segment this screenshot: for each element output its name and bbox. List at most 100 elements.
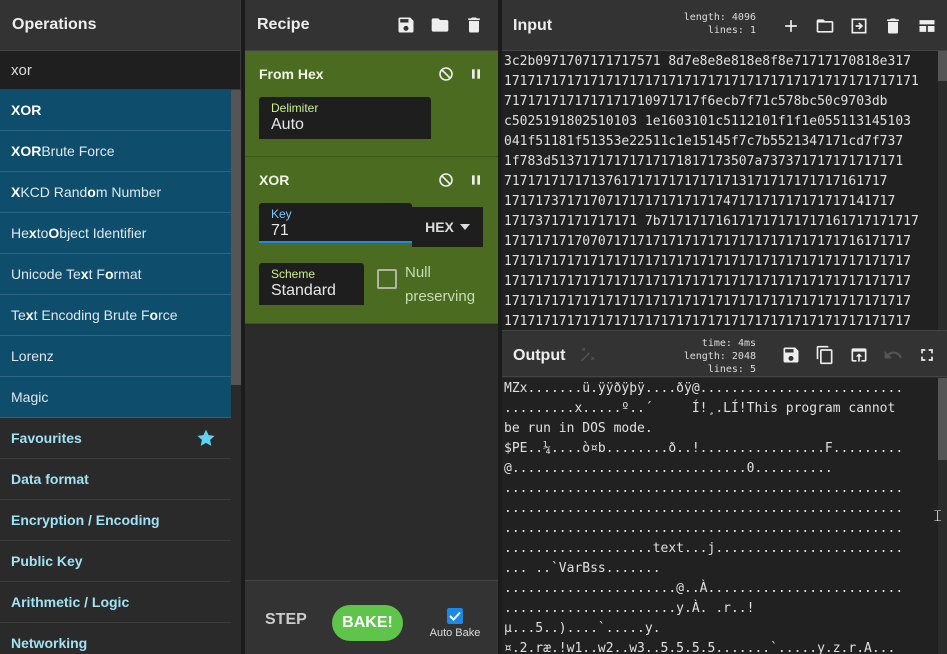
output-scrollbar-thumb[interactable] xyxy=(938,378,947,460)
maximise-icon[interactable] xyxy=(917,345,937,365)
disable-icon[interactable] xyxy=(438,172,454,188)
output-title: Output xyxy=(513,347,566,364)
layout-icon[interactable] xyxy=(917,16,937,36)
operation-result-item[interactable]: Lorenz xyxy=(0,336,231,377)
trash-icon[interactable] xyxy=(464,15,484,35)
input-lines-value: 1 xyxy=(749,25,756,36)
cyberchef-app: Operations XORXOR Brute ForceXKCD Random… xyxy=(0,0,947,654)
category-item[interactable]: Data format xyxy=(0,459,231,500)
input-lines-label: lines: xyxy=(707,25,744,36)
category-item[interactable]: Arithmetic / Logic xyxy=(0,582,231,623)
recipe-title: Recipe xyxy=(257,16,310,33)
operation-result-text: x xyxy=(80,266,89,282)
operation-result-text: X xyxy=(11,102,21,118)
operation-result-text: Te xyxy=(11,307,26,323)
from-hex-title[interactable]: From Hex xyxy=(259,66,324,82)
category-item[interactable]: Encryption / Encoding xyxy=(0,500,231,541)
operation-result-text: to xyxy=(36,225,49,241)
null-preserving-label: Null preserving xyxy=(405,264,476,305)
operation-result-text: OR xyxy=(20,102,42,118)
operation-result-text: O xyxy=(48,225,60,241)
operation-result-text: rmat xyxy=(113,266,142,282)
output-stats: time: 4ms length: 2048 lines: 5 xyxy=(662,337,756,376)
open-folder-icon[interactable] xyxy=(815,16,835,36)
key-format-label: HEX xyxy=(425,219,454,235)
operation-result-text: x xyxy=(25,307,34,323)
input-length-label: length: xyxy=(683,12,726,23)
save-icon[interactable] xyxy=(396,15,416,35)
operation-result-text: He xyxy=(11,225,29,241)
output-length-label: length: xyxy=(683,351,726,362)
operation-result-item[interactable]: X KCD Rand o m Number xyxy=(0,172,231,213)
category-label: Favourites xyxy=(11,430,82,446)
operation-result-text: Lorenz xyxy=(11,348,54,364)
category-item[interactable]: Networking xyxy=(0,623,231,654)
key-format-dropdown[interactable]: HEX xyxy=(412,207,483,247)
pause-icon[interactable] xyxy=(468,172,484,188)
category-label: Arithmetic / Logic xyxy=(11,594,130,610)
category-label: Data format xyxy=(11,471,89,487)
caret-down-icon xyxy=(459,224,470,230)
io-panel: Input length: 4096 lines: 1 3c2b09717071… xyxy=(502,0,947,654)
key-field[interactable]: Key 71 xyxy=(259,203,412,243)
category-item[interactable]: Public Key xyxy=(0,541,231,582)
magic-wand-icon[interactable] xyxy=(578,346,596,364)
auto-bake-label: Auto Bake xyxy=(429,627,481,639)
step-button[interactable]: STEP xyxy=(265,611,307,629)
delimiter-field[interactable]: Delimiter Auto xyxy=(259,97,431,139)
null-preserving-checkbox[interactable] xyxy=(377,269,397,289)
open-file-icon[interactable] xyxy=(849,16,869,36)
recipe-panel: Recipe From Hex Delimiter Auto XOR Key 7… xyxy=(245,0,498,654)
output-text[interactable]: MZx.......ü.ÿÿðÿþÿ....ðÿ@...............… xyxy=(502,378,938,654)
operations-scrollbar[interactable] xyxy=(231,90,241,654)
operation-result-item[interactable]: XOR Brute Force xyxy=(0,131,231,172)
input-stats: length: 4096 lines: 1 xyxy=(662,11,756,37)
operation-result-text: x xyxy=(28,225,37,241)
xor-operation: XOR Key 71 HEX Scheme Standard Null pres… xyxy=(245,157,498,324)
clear-input-icon[interactable] xyxy=(883,16,903,36)
key-value: 71 xyxy=(271,222,289,239)
star-icon xyxy=(197,429,215,446)
operation-result-item[interactable]: Te x t Encoding Brute Fo rce xyxy=(0,295,231,336)
add-tab-icon[interactable] xyxy=(781,16,801,36)
auto-bake-checkbox[interactable] xyxy=(447,608,463,624)
operation-result-text: t F xyxy=(88,266,105,282)
input-scrollbar-thumb[interactable] xyxy=(938,51,947,81)
save-output-icon[interactable] xyxy=(781,345,801,365)
operation-result-text: KCD Rand xyxy=(20,184,88,200)
bake-button[interactable]: BAKE! xyxy=(332,605,403,641)
operation-result-item[interactable]: Unicode Te x t Fo rmat xyxy=(0,254,231,295)
folder-icon[interactable] xyxy=(430,15,450,35)
recipe-controls: STEP BAKE! Auto Bake xyxy=(245,580,498,654)
copy-icon[interactable] xyxy=(815,345,835,365)
operation-result-text: Unicode Te xyxy=(11,266,81,282)
category-item[interactable]: Favourites xyxy=(0,418,231,459)
operation-result-text: X xyxy=(11,184,21,200)
pause-icon[interactable] xyxy=(468,66,484,82)
operation-result-text: bject Identifier xyxy=(59,225,147,241)
operation-result-text: t Encoding Brute F xyxy=(33,307,150,323)
input-scrollbar[interactable] xyxy=(938,51,947,330)
operations-search xyxy=(0,51,240,90)
null-preserving-option[interactable]: Null preserving xyxy=(377,261,485,309)
operations-scrollbar-thumb[interactable] xyxy=(231,90,241,385)
operation-result-item[interactable]: He x to Object Identifier xyxy=(0,213,231,254)
scheme-value: Standard xyxy=(271,282,336,299)
operation-result-item[interactable]: Magic xyxy=(0,377,231,418)
operation-result-item[interactable]: X OR xyxy=(0,90,231,131)
operations-title: Operations xyxy=(0,0,240,51)
output-time-label: time: xyxy=(701,338,732,349)
disable-icon[interactable] xyxy=(438,66,454,82)
operation-result-text: o xyxy=(104,266,114,282)
output-lines-label: lines: xyxy=(707,364,744,375)
input-text[interactable]: 3c2b0971707171717571 8d7e8e8e818e8f8e717… xyxy=(502,51,938,330)
xor-title[interactable]: XOR xyxy=(259,172,289,188)
operation-result-text: Magic xyxy=(11,389,49,405)
replace-input-icon[interactable] xyxy=(849,345,869,365)
auto-bake-toggle[interactable]: Auto Bake xyxy=(425,608,485,639)
scheme-field[interactable]: Scheme Standard xyxy=(259,263,364,305)
check-icon xyxy=(449,611,461,621)
undo-icon[interactable] xyxy=(883,345,903,365)
operations-search-input[interactable] xyxy=(11,61,211,79)
operations-list: X OR XOR Brute Force X KCD Rand o m Number He x … xyxy=(0,90,231,654)
